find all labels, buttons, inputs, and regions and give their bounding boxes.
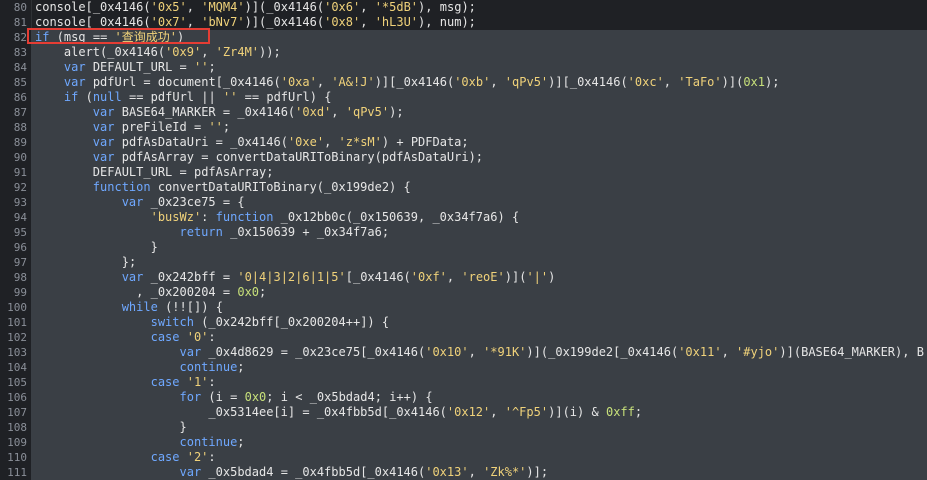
code-line[interactable]: 104 continue; xyxy=(7,360,927,375)
code-line[interactable]: 110 case '2': xyxy=(7,450,927,465)
code-text: case '2': xyxy=(150,450,216,464)
line-number: 88 xyxy=(13,121,27,134)
code-line[interactable]: 83 alert(_0x4146('0x9', 'Zr4M')); xyxy=(14,45,927,60)
code-text: var _0x242bff = '0|4|3|2|6|1|5'[_0x4146(… xyxy=(121,270,556,284)
line-number: 94 xyxy=(13,211,27,224)
code-line[interactable]: 109 continue; xyxy=(7,435,927,450)
line-number: 89 xyxy=(13,136,27,149)
line-number: 102 xyxy=(7,331,27,344)
line-number: 80 xyxy=(13,1,27,14)
code-line[interactable]: 98 var _0x242bff = '0|4|3|2|6|1|5'[_0x41… xyxy=(14,270,927,285)
code-text: case '1': xyxy=(150,375,216,389)
code-line[interactable]: 107 _0x5314ee[i] = _0x4fbb5d[_0x4146('0x… xyxy=(7,405,927,420)
code-text: if (null == pdfUrl || '' == pdfUrl) { xyxy=(63,90,332,104)
code-text: var _0x5bdad4 = _0x4fbb5d[_0x4146('0x13'… xyxy=(179,465,549,479)
line-number: 106 xyxy=(7,391,27,404)
code-text: console[_0x4146('0x5', 'MQM4')](_0x4146(… xyxy=(35,0,476,14)
code-text: var pdfAsArray = convertDataURIToBinary(… xyxy=(92,150,484,164)
code-area[interactable]: 80 console[_0x4146('0x5', 'MQM4')](_0x414… xyxy=(7,0,927,480)
code-text: function convertDataURIToBinary(_0x199de… xyxy=(92,180,411,194)
code-line[interactable]: 87 var BASE64_MARKER = _0x4146('0xd', 'q… xyxy=(14,105,927,120)
line-number: 104 xyxy=(7,361,27,374)
line-number: 84 xyxy=(13,61,27,74)
line-number: 96 xyxy=(13,241,27,254)
line-number: 83 xyxy=(13,46,27,59)
line-number: 108 xyxy=(7,421,27,434)
line-number: 95 xyxy=(13,226,27,239)
code-line[interactable]: 88 var preFileId = ''; xyxy=(14,120,927,135)
line-number: 81 xyxy=(13,16,27,29)
line-number: 93 xyxy=(13,196,27,209)
line-number: 91 xyxy=(13,166,27,179)
line-number: 87 xyxy=(13,106,27,119)
code-line[interactable]: 95 return _0x150639 + _0x34f7a6; xyxy=(14,225,927,240)
line-number: 100 xyxy=(7,301,27,314)
line-number: 97 xyxy=(13,256,27,269)
code-line[interactable]: 97 }; xyxy=(14,255,927,270)
code-line[interactable]: 89 var pdfAsDataUri = _0x4146('0xe', 'z*… xyxy=(14,135,927,150)
line-number: 109 xyxy=(7,436,27,449)
line-number: 99 xyxy=(13,286,27,299)
code-text: while (!![]) { xyxy=(121,300,223,314)
line-number: 92 xyxy=(13,181,27,194)
code-text: var _0x23ce75 = { xyxy=(121,195,245,209)
code-line[interactable]: 99 , _0x200204 = 0x0; xyxy=(14,285,927,300)
code-text: var BASE64_MARKER = _0x4146('0xd', 'qPv5… xyxy=(92,105,404,119)
code-text: case '0': xyxy=(150,330,216,344)
code-line[interactable]: 84 var DEFAULT_URL = ''; xyxy=(14,60,927,75)
code-line[interactable]: 102 case '0': xyxy=(7,330,927,345)
line-number: 98 xyxy=(13,271,27,284)
code-text: continue; xyxy=(179,435,245,449)
code-line[interactable]: 80 console[_0x4146('0x5', 'MQM4')](_0x414… xyxy=(14,0,927,15)
code-text: var pdfAsDataUri = _0x4146('0xe', 'z*sM'… xyxy=(92,135,469,149)
code-line[interactable]: 90 var pdfAsArray = convertDataURIToBina… xyxy=(14,150,927,165)
code-line[interactable]: 85 var pdfUrl = document[_0x4146('0xa', … xyxy=(14,75,927,90)
code-text: } xyxy=(150,240,158,254)
line-number: 82 xyxy=(13,31,27,44)
code-editor[interactable]: 80 console[_0x4146('0x5', 'MQM4')](_0x414… xyxy=(0,0,927,480)
code-line[interactable]: 103 var _0x4d8629 = _0x23ce75[_0x4146('0… xyxy=(7,345,927,360)
code-text: DEFAULT_URL = pdfAsArray; xyxy=(92,165,274,179)
code-line[interactable]: 86 if (null == pdfUrl || '' == pdfUrl) { xyxy=(14,90,927,105)
code-line[interactable]: 108 } xyxy=(7,420,927,435)
code-text: var _0x4d8629 = _0x23ce75[_0x4146('0x10'… xyxy=(179,345,924,359)
code-line[interactable]: 93 var _0x23ce75 = { xyxy=(14,195,927,210)
code-line[interactable]: 91 DEFAULT_URL = pdfAsArray; xyxy=(14,165,927,180)
code-text: continue; xyxy=(179,360,245,374)
code-line[interactable]: 94 'busWz': function _0x12bb0c(_0x150639… xyxy=(14,210,927,225)
line-number: 90 xyxy=(13,151,27,164)
code-text: return _0x150639 + _0x34f7a6; xyxy=(179,225,390,239)
code-line[interactable]: 96 } xyxy=(14,240,927,255)
code-line[interactable]: 101 switch (_0x242bff[_0x200204++]) { xyxy=(7,315,927,330)
code-text: _0x5314ee[i] = _0x4fbb5d[_0x4146('0x12',… xyxy=(208,405,643,419)
code-text: 'busWz': function _0x12bb0c(_0x150639, _… xyxy=(150,210,520,224)
code-line[interactable]: 105 case '1': xyxy=(7,375,927,390)
code-line[interactable]: 100 while (!![]) { xyxy=(7,300,927,315)
line-number: 111 xyxy=(7,466,27,479)
line-number: 110 xyxy=(7,451,27,464)
code-text: } xyxy=(179,420,187,434)
code-text: var DEFAULT_URL = ''; xyxy=(63,60,216,74)
code-text: var pdfUrl = document[_0x4146('0xa', 'A&… xyxy=(63,75,780,89)
code-text: }; xyxy=(121,255,137,269)
line-number: 86 xyxy=(13,91,27,104)
code-text: alert(_0x4146('0x9', 'Zr4M')); xyxy=(63,45,281,59)
code-text: var preFileId = ''; xyxy=(92,120,231,134)
line-number: 103 xyxy=(7,346,27,359)
code-line[interactable]: 106 for (i = 0x0; i < _0x5bdad4; i++) { xyxy=(7,390,927,405)
code-line[interactable]: 92 function convertDataURIToBinary(_0x19… xyxy=(14,180,927,195)
code-text: for (i = 0x0; i < _0x5bdad4; i++) { xyxy=(179,390,433,404)
line-number: 85 xyxy=(13,76,27,89)
line-number: 101 xyxy=(7,316,27,329)
red-highlight-box xyxy=(27,28,210,44)
code-text: , _0x200204 = 0x0; xyxy=(136,285,267,299)
code-line[interactable]: 111 var _0x5bdad4 = _0x4fbb5d[_0x4146('0… xyxy=(7,465,927,480)
line-number: 107 xyxy=(7,406,27,419)
line-number: 105 xyxy=(7,376,27,389)
code-text: switch (_0x242bff[_0x200204++]) { xyxy=(150,315,390,329)
